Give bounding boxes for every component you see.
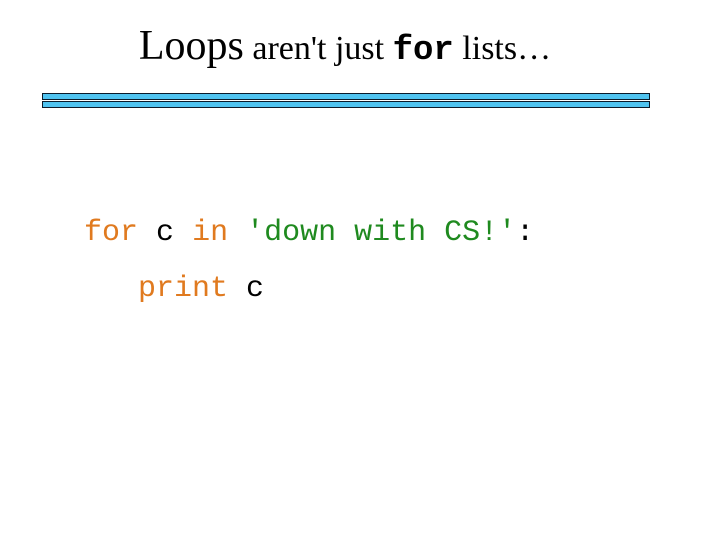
- colon: :: [516, 216, 535, 250]
- variable-c: c: [246, 272, 265, 306]
- string-literal: 'down with CS!': [246, 216, 517, 250]
- title-word-loops: Loops: [138, 23, 244, 69]
- variable-c: c: [156, 216, 175, 250]
- slide-title: Loops aren't just for lists…: [0, 22, 690, 70]
- title-text: aren't just: [243, 30, 393, 67]
- keyword-for: for: [84, 216, 139, 250]
- keyword-in: in: [192, 216, 229, 250]
- title-text-end: lists…: [453, 30, 552, 67]
- title-divider-bottom: [42, 101, 650, 108]
- keyword-print: print: [138, 272, 229, 306]
- code-line-2: print c: [84, 261, 264, 317]
- title-code-for: for: [392, 32, 454, 70]
- code-line-1: for c in 'down with CS!':: [84, 205, 534, 261]
- title-divider-top: [42, 93, 650, 100]
